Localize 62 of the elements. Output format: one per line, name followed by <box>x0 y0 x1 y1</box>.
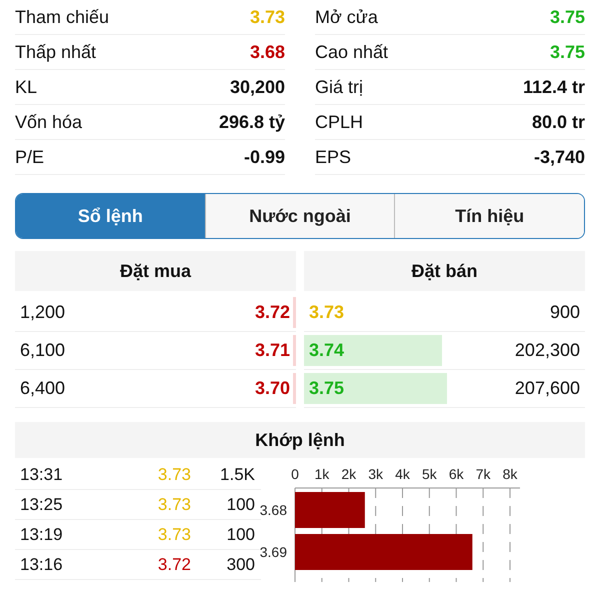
axis-tick-label: 0 <box>291 466 299 482</box>
axis-tick-label: 3k <box>368 466 384 482</box>
ask-price: 3.73 <box>308 301 344 324</box>
axis-tick-label: 6k <box>448 466 464 482</box>
match-price: 3.73 <box>156 494 191 516</box>
stat-value: -0.99 <box>244 146 285 168</box>
ask-price: 3.74 <box>308 339 344 362</box>
match-time: 13:31 <box>19 464 64 486</box>
column-header: Đặt mua <box>15 251 296 291</box>
axis-tick-label: 2k <box>341 466 356 482</box>
bid-price: 3.70 <box>254 377 291 400</box>
match-volume: 100 <box>226 524 256 546</box>
bid-volume: 6,100 <box>19 339 66 362</box>
stat-value: 3.73 <box>250 6 285 28</box>
match-price: 3.72 <box>156 554 191 576</box>
stat-label: Giá trị <box>315 76 364 98</box>
stat-value: 112.4 tr <box>522 76 585 98</box>
tab[interactable]: Nước ngoài <box>204 194 394 238</box>
axis-category-label: 3.69 <box>260 544 287 560</box>
axis-tick-label: 5k <box>422 466 437 482</box>
ask-volume: 202,300 <box>514 339 581 362</box>
section-header: Khớp lệnh <box>15 422 585 458</box>
tab[interactable]: Sổ lệnh <box>16 194 205 238</box>
ask-volume: 900 <box>550 301 581 324</box>
stat-label: KL <box>15 76 38 98</box>
stat-label: Thấp nhất <box>15 40 96 64</box>
ask-price: 3.75 <box>308 377 344 400</box>
stat-label: P/E <box>15 146 44 168</box>
stat-value: 3.68 <box>250 40 285 64</box>
axis-tick-label: 8k <box>502 466 518 482</box>
axis-tick-label: 4k <box>395 466 410 482</box>
stat-label: Tham chiếu <box>15 6 110 28</box>
bar <box>295 492 365 528</box>
stat-value: 30,200 <box>230 76 285 98</box>
match-volume: 1.5K <box>219 464 256 486</box>
stat-value: 3.75 <box>550 6 585 28</box>
match-price: 3.73 <box>156 464 191 486</box>
match-time: 13:19 <box>19 524 64 546</box>
axis-category-label: 3.68 <box>260 502 287 518</box>
match-price: 3.73 <box>156 524 191 546</box>
stat-value: 80.0 tr <box>532 110 585 134</box>
tab[interactable]: Tín hiệu <box>394 194 584 238</box>
ask-volume: 207,600 <box>514 377 581 400</box>
stat-value: 3.75 <box>550 40 585 64</box>
bid-price: 3.71 <box>254 339 291 362</box>
stat-value: 296.8 tỷ <box>218 110 285 134</box>
axis-tick-label: 1k <box>314 466 330 482</box>
match-volume: 100 <box>226 494 256 516</box>
match-time: 13:25 <box>19 494 64 516</box>
stat-label: EPS <box>315 146 352 168</box>
match-volume: 300 <box>226 554 256 576</box>
stat-label: Vốn hóa <box>15 110 82 134</box>
column-header: Đặt bán <box>304 251 585 291</box>
axis-tick-label: 7k <box>476 466 491 482</box>
bid-volume: 6,400 <box>19 377 66 400</box>
stat-label: Mở cửa <box>315 6 378 28</box>
match-time: 13:16 <box>19 554 64 576</box>
stat-label: Cao nhất <box>315 40 388 64</box>
bid-volume: 1,200 <box>19 301 66 324</box>
stat-value: -3,740 <box>534 146 585 168</box>
bid-price: 3.72 <box>254 301 291 324</box>
stat-label: CPLH <box>315 110 364 134</box>
